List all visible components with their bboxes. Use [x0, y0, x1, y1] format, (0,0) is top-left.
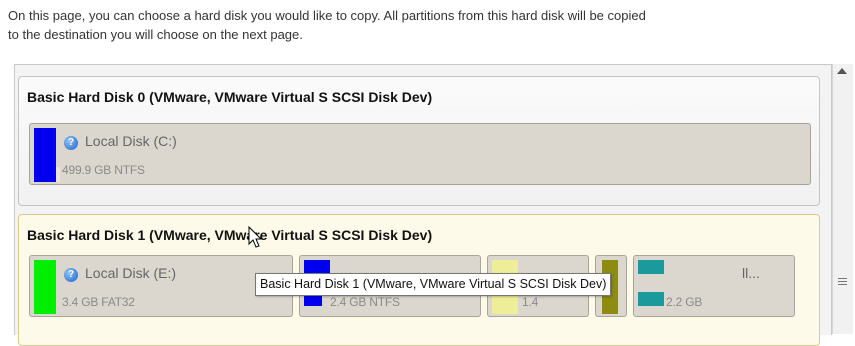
partition-5[interactable]: ll... 2.2 GB [633, 255, 795, 317]
partition-e[interactable]: ? Local Disk (E:) 3.4 GB FAT32 [29, 255, 293, 317]
partition-size: 2.2 GB [666, 295, 703, 309]
partition-size: 499.9 GB NTFS [62, 163, 145, 177]
partition-label: Local Disk (E:) [85, 265, 177, 281]
disk-title: Basic Hard Disk 0 (VMware, VMware Virtua… [27, 89, 433, 105]
scroll-grip-icon[interactable] [838, 278, 847, 286]
disk-title: Basic Hard Disk 1 (VMware, VMware Virtua… [27, 227, 433, 243]
instructions-line-1: On this page, you can choose a hard disk… [8, 8, 646, 23]
scroll-up-icon[interactable] [837, 68, 847, 74]
instructions-text: On this page, you can choose a hard disk… [8, 6, 853, 44]
vertical-scrollbar[interactable] [832, 64, 853, 334]
partition-color-bar [304, 260, 330, 274]
partition-size: 1.4 [522, 295, 539, 309]
partition-color-bar-lower [638, 292, 664, 306]
partition-c[interactable]: ? Local Disk (C:) 499.9 GB NTFS [29, 123, 811, 185]
disk-tooltip: Basic Hard Disk 1 (VMware, VMware Virtua… [255, 273, 612, 296]
partition-label: ll... [742, 265, 760, 281]
partition-size: 2.4 GB NTFS [330, 295, 400, 309]
partition-color-bar [638, 260, 664, 274]
partition-color-bar [34, 128, 56, 182]
partition-size: 3.4 GB FAT32 [62, 295, 135, 309]
disk-card-0[interactable]: Basic Hard Disk 0 (VMware, VMware Virtua… [18, 76, 820, 206]
instructions-line-2: to the destination you will choose on th… [8, 27, 303, 42]
help-icon[interactable]: ? [64, 268, 78, 282]
arrow-cursor-icon [248, 226, 263, 248]
partition-color-bar [34, 260, 56, 314]
partition-label: Local Disk (C:) [85, 133, 177, 149]
help-icon[interactable]: ? [64, 136, 78, 150]
partition-bar-shadow [56, 167, 60, 182]
